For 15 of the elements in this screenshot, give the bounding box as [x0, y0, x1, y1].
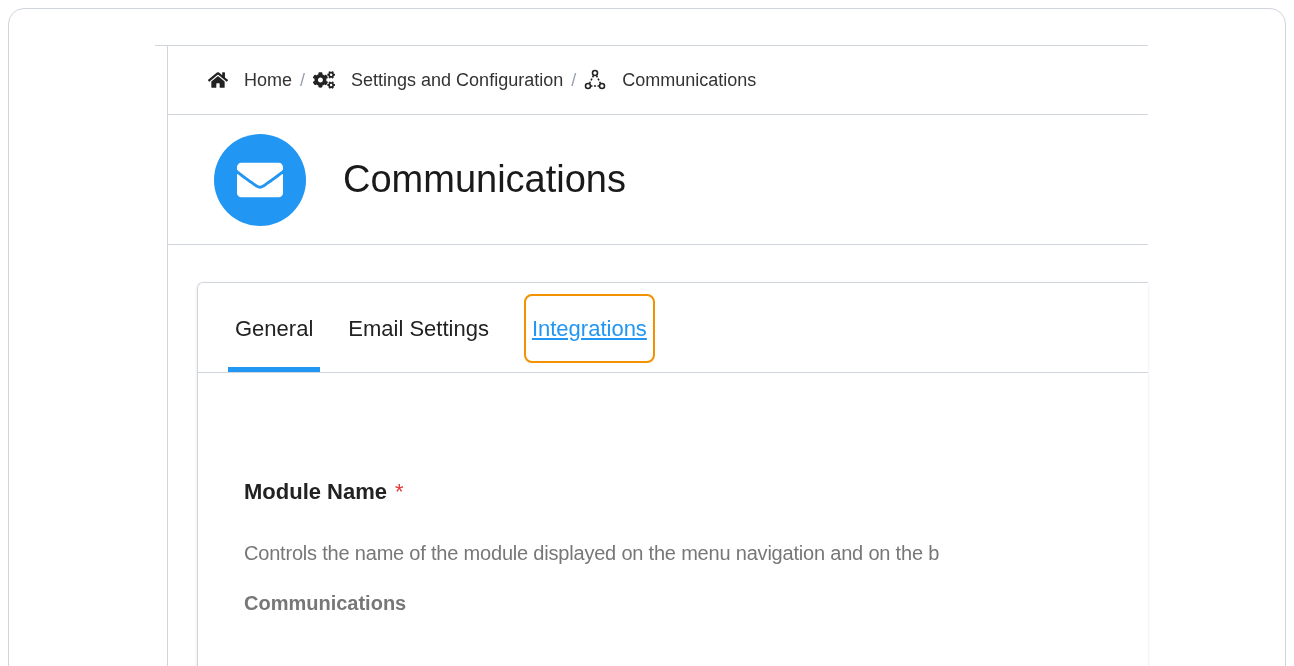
field-label: Module Name [244, 478, 388, 506]
breadcrumb-separator: / [300, 68, 306, 92]
nodes-icon [584, 69, 607, 91]
home-icon [208, 70, 228, 90]
field-description: Controls the name of the module displayed on the menu navigation and on the b [244, 541, 941, 566]
page-title: Communications [343, 157, 626, 202]
breadcrumb-link[interactable]: Home [244, 66, 292, 94]
tab[interactable]: Email Settings [341, 284, 496, 372]
field-value: Communications [244, 591, 408, 616]
breadcrumb-link[interactable]: Communications [622, 66, 757, 94]
required-mark: * [395, 478, 404, 506]
breadcrumb-separator: / [571, 68, 577, 92]
gears-icon [313, 69, 336, 91]
breadcrumb-link[interactable]: Settings and Configuration [351, 66, 564, 94]
tab[interactable]: General [228, 284, 321, 372]
